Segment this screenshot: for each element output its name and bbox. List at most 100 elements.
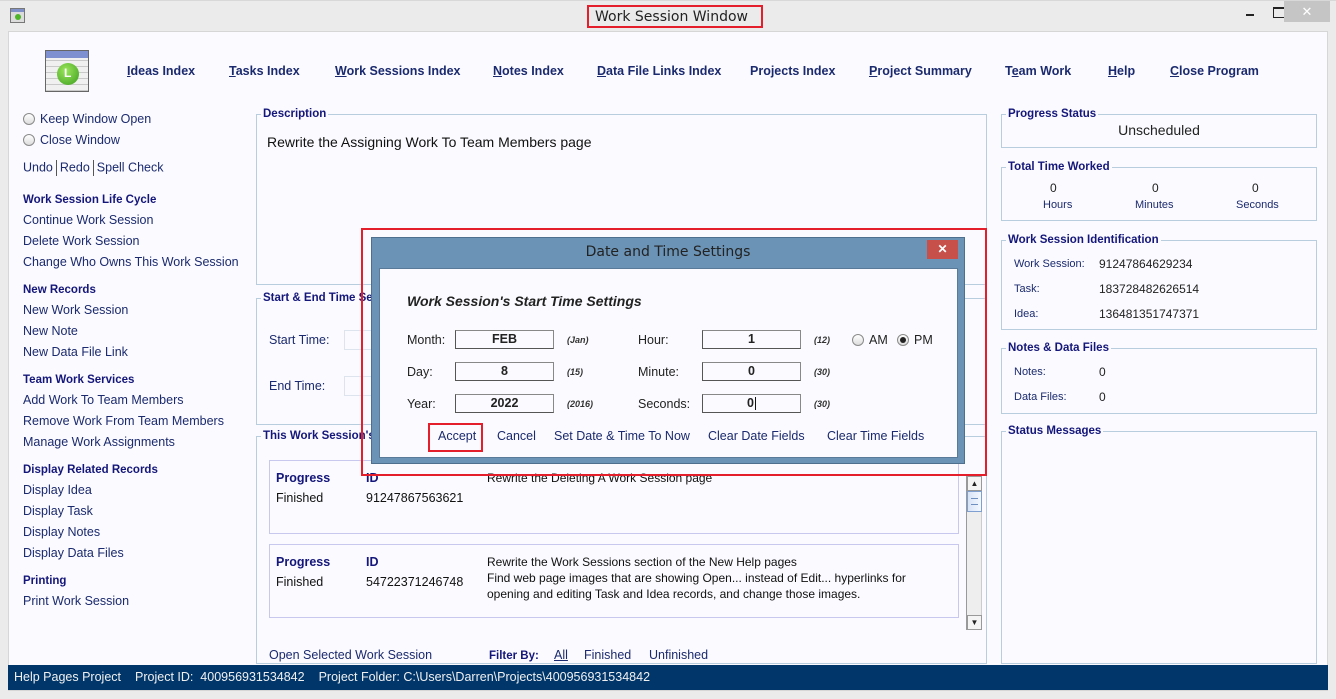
dialog-close-button[interactable]: ✕ [927,240,958,259]
progress-status-legend: Progress Status [1008,108,1097,120]
nav-close-program[interactable]: Close Program [1170,64,1259,78]
minute-hint: (30) [814,367,831,377]
seconds-label: Seconds [1236,199,1279,211]
add-work-to-team-link[interactable]: Add Work To Team Members [23,390,253,411]
minutes-value: 0 [1152,181,1159,195]
nav-notes-index[interactable]: Notes Index [493,64,564,78]
notes-count-label: Notes: [1014,366,1046,378]
work-session-card[interactable]: Progress ID Finished 54722371246748 Rewr… [269,544,959,618]
open-selected-work-session-link[interactable]: Open Selected Work Session [269,648,432,662]
work-session-description: Rewrite the Work Sessions section of the… [487,555,906,601]
cancel-button[interactable]: Cancel [497,429,536,443]
clear-date-fields-button[interactable]: Clear Date Fields [708,429,805,443]
section-heading-team-work: Team Work Services [23,374,135,386]
dialog-heading: Work Session's Start Time Settings [407,293,642,309]
nav-team-work[interactable]: Team Work [1005,64,1071,78]
year-field[interactable]: 2022 [455,394,554,413]
date-time-settings-dialog: Date and Time Settings ✕ Work Session's … [371,237,965,464]
minute-field[interactable]: 0 [702,362,801,381]
month-label: Month: [407,333,446,347]
work-session-id-label: Work Session: [1014,258,1085,270]
nav-help[interactable]: Help [1108,64,1135,78]
progress-label: Progress [276,471,331,485]
display-idea-link[interactable]: Display Idea [23,480,253,501]
filter-all-link[interactable]: All [554,648,568,662]
set-now-button[interactable]: Set Date & Time To Now [554,429,690,443]
seconds-field[interactable]: 0 [702,394,801,413]
minimize-button[interactable] [1237,1,1264,22]
section-heading-new-records: New Records [23,284,96,296]
month-field[interactable]: FEB [455,330,554,349]
filter-finished-link[interactable]: Finished [584,648,631,662]
filter-unfinished-link[interactable]: Unfinished [649,648,708,662]
nav-project-summary[interactable]: Project Summary [869,64,972,78]
description-text[interactable]: Rewrite the Assigning Work To Team Membe… [267,134,592,150]
filter-by-label: Filter By: [489,648,539,662]
project-folder: Project Folder: C:\Users\Darren\Projects… [318,670,651,684]
nav-label: deas Index [130,64,196,78]
hour-field[interactable]: 1 [702,330,801,349]
remove-work-from-team-link[interactable]: Remove Work From Team Members [23,411,253,432]
progress-label: Progress [276,555,331,569]
divider [92,160,94,176]
scroll-up-arrow-icon[interactable]: ▲ [967,476,982,491]
spell-check-link[interactable]: Spell Check [97,160,164,174]
radio-icon[interactable] [852,334,864,346]
app-icon[interactable] [10,8,25,23]
day-field[interactable]: 8 [455,362,554,381]
continue-work-session-link[interactable]: Continue Work Session [23,210,253,231]
progress-status-value: Unscheduled [1118,122,1200,138]
pm-label: PM [914,333,933,347]
manage-work-assignments-link[interactable]: Manage Work Assignments [23,432,253,453]
hours-label: Hours [1043,199,1073,211]
radio-icon[interactable] [23,113,35,125]
work-sessions-scrollbar[interactable]: ▲ ▼ [966,476,982,630]
end-time-label: End Time: [269,379,326,393]
nav-tasks-index[interactable]: Tasks Index [229,64,300,78]
notes-count-value: 0 [1099,365,1106,379]
id-value: 54722371246748 [366,575,464,589]
year-hint: (2016) [567,399,594,409]
close-window-radio[interactable]: Close Window [23,131,253,152]
progress-status-group: Progress Status Unscheduled [1001,108,1317,148]
calendar-clock-icon [45,48,91,92]
nav-projects-index[interactable]: Projects Index [750,64,835,78]
change-owner-link[interactable]: Change Who Owns This Work Session [23,252,253,273]
nav-ideas-index[interactable]: Ideas Index [127,64,195,78]
clear-time-fields-button[interactable]: Clear Time Fields [827,429,924,443]
nav-work-sessions-index[interactable]: Work Sessions Index [335,64,461,78]
print-work-session-link[interactable]: Print Work Session [23,591,253,612]
display-notes-link[interactable]: Display Notes [23,522,253,543]
new-data-file-link[interactable]: New Data File Link [23,342,253,363]
new-work-session-link[interactable]: New Work Session [23,300,253,321]
identification-legend: Work Session Identification [1008,234,1159,246]
scroll-thumb[interactable] [967,491,982,512]
close-window-button[interactable]: ✕ [1284,1,1330,22]
undo-link[interactable]: Undo [23,160,53,174]
scroll-down-arrow-icon[interactable]: ▼ [967,615,982,630]
display-data-files-link[interactable]: Display Data Files [23,543,253,564]
left-panel: Keep Window Open Close Window Undo Redo Sp… [23,110,253,612]
nav-data-file-links-index[interactable]: Data File Links Index [597,64,721,78]
delete-work-session-link[interactable]: Delete Work Session [23,231,253,252]
display-task-link[interactable]: Display Task [23,501,253,522]
nav-label: otes Index [502,64,564,78]
progress-value: Finished [276,575,324,589]
pm-radio[interactable]: PM [897,333,933,348]
day-label: Day: [407,365,433,379]
seconds-value: 0 [747,396,754,410]
nav-label: lose Program [1179,64,1259,78]
keep-window-open-radio[interactable]: Keep Window Open [23,110,253,131]
new-note-link[interactable]: New Note [23,321,253,342]
nav-label: ata File Links Index [606,64,722,78]
minutes-label: Minutes [1135,199,1174,211]
radio-icon[interactable] [23,134,35,146]
accept-button[interactable]: Accept [438,429,476,443]
am-radio[interactable]: AM [852,333,888,348]
month-hint: (Jan) [567,335,589,345]
nav-label: ork Sessions Index [346,64,461,78]
dialog-body: Work Session's Start Time Settings Month… [379,268,958,458]
redo-link[interactable]: Redo [60,160,90,174]
radio-selected-icon[interactable] [897,334,909,346]
idea-id-value: 136481351747371 [1099,307,1200,321]
